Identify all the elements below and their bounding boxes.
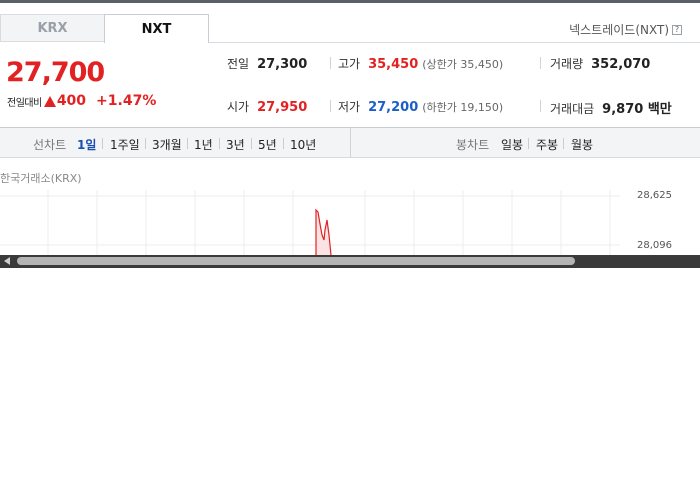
current-price: 27,700: [6, 57, 105, 88]
y-tick-label: 28,096: [637, 240, 672, 251]
stat-separator: [540, 100, 541, 112]
stat-volume: 거래량 352,070: [550, 57, 651, 72]
stat-turnover: 거래대금 9,870 백만: [550, 102, 672, 117]
period-separator: [563, 138, 564, 149]
change-label: 전일대비: [7, 97, 42, 109]
line-chart-label: 선차트: [33, 138, 67, 152]
stat-prev-close: 전일 27,300: [227, 57, 308, 72]
period-3m[interactable]: 3개월: [152, 136, 182, 153]
price-chart[interactable]: [0, 190, 700, 255]
period-10y[interactable]: 10년: [290, 136, 316, 153]
period-separator: [145, 138, 146, 149]
tab-krx[interactable]: KRX: [0, 14, 105, 42]
scroll-left-arrow-icon[interactable]: [4, 257, 10, 265]
period-1y[interactable]: 1년: [194, 136, 213, 153]
period-1d[interactable]: 1일: [77, 136, 96, 153]
stat-high: 고가 35,450 (상한가 35,450): [338, 57, 504, 72]
chart-source-label: 한국거래소(KRX): [0, 172, 82, 185]
period-separator: [251, 138, 252, 149]
period-3y[interactable]: 3년: [226, 136, 245, 153]
period-separator: [102, 138, 103, 149]
candle-monthly[interactable]: 월봉: [571, 136, 593, 153]
period-5y[interactable]: 5년: [258, 136, 277, 153]
candle-chart-label: 봉차트: [456, 138, 490, 152]
period-1w[interactable]: 1주일: [110, 136, 140, 153]
candle-daily[interactable]: 일봉: [501, 136, 523, 153]
price-change: 전일대비 400 +1.47%: [7, 93, 156, 109]
period-separator: [528, 138, 529, 149]
tab-nxt[interactable]: NXT: [104, 14, 209, 43]
period-separator: [283, 138, 284, 149]
stat-separator: [540, 57, 541, 69]
nextrade-link-label: 넥스트레이드(NXT): [569, 23, 669, 37]
nextrade-link[interactable]: 넥스트레이드(NXT) ?: [569, 21, 682, 38]
stat-low: 저가 27,200 (하한가 19,150): [338, 100, 504, 115]
period-separator: [187, 138, 188, 149]
period-bar-split: [350, 128, 351, 158]
tab-underline: [209, 42, 700, 43]
change-amount: 400: [56, 93, 87, 109]
scrollbar-thumb[interactable]: [17, 257, 575, 265]
up-triangle-icon: [43, 95, 56, 107]
stat-open: 시가 27,950: [227, 100, 308, 115]
period-separator: [219, 138, 220, 149]
price-chart-svg: [0, 190, 620, 255]
top-border: [0, 0, 700, 3]
stat-separator: [330, 57, 331, 69]
stat-separator: [330, 100, 331, 112]
question-icon[interactable]: ?: [672, 24, 682, 35]
change-percent: +1.47%: [96, 93, 157, 109]
candle-weekly[interactable]: 주봉: [536, 136, 558, 153]
y-tick-label: 28,625: [637, 190, 672, 201]
